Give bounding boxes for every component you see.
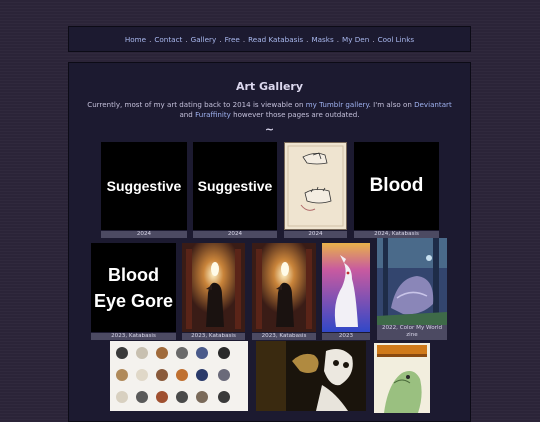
- item-caption: 2024: [101, 231, 187, 238]
- nav-link-gallery[interactable]: Gallery: [191, 35, 217, 44]
- nav-separator: .: [219, 34, 222, 44]
- skull-creature-artwork: [256, 341, 366, 411]
- item-caption-text: 2022, Color My World zine: [381, 325, 443, 338]
- intro-text: Currently, most of my art dating back to…: [83, 100, 456, 120]
- candlelit-raven-artwork: [252, 243, 316, 332]
- nav-link-read-katabasis[interactable]: Read Katabasis: [248, 35, 303, 44]
- deviantart-link[interactable]: Deviantart: [414, 100, 452, 109]
- warning-label: Blood: [369, 175, 424, 196]
- item-caption: 2023: [322, 333, 370, 340]
- gallery-item[interactable]: [110, 341, 248, 411]
- item-caption: 2024, Katabasis: [354, 231, 439, 238]
- item-caption: 2023, Katabasis: [91, 333, 176, 340]
- artwork-thumbnail: [252, 243, 316, 332]
- gallery-item[interactable]: Blood Eye Gore 2023, Katabasis: [91, 243, 176, 340]
- furaffinity-link[interactable]: Furaffinity: [195, 110, 231, 119]
- content-warning-thumbnail: Blood: [354, 142, 439, 230]
- content-warning-thumbnail: Blood Eye Gore: [91, 243, 176, 332]
- artwork-thumbnail: [284, 142, 347, 230]
- gallery-panel: Art Gallery Currently, most of my art da…: [68, 62, 471, 422]
- intro-text-part: Currently, most of my art dating back to…: [87, 100, 306, 109]
- nav-link-contact[interactable]: Contact: [154, 35, 182, 44]
- nav-separator: .: [149, 34, 152, 44]
- item-caption: 2024: [193, 231, 277, 238]
- warning-label: Suggestive: [197, 178, 273, 194]
- nav-separator: .: [336, 34, 339, 44]
- gallery-item[interactable]: [256, 341, 366, 411]
- divider: ~: [264, 123, 275, 136]
- nav-separator: .: [372, 34, 375, 44]
- nav-separator: .: [306, 34, 309, 44]
- artwork-thumbnail: [374, 343, 430, 413]
- intro-text-part: . I'm also on: [368, 100, 415, 109]
- artwork-thumbnail: [322, 243, 370, 332]
- gallery-item[interactable]: 2022, Color My World zine: [377, 238, 447, 340]
- white-creature-artwork: [322, 243, 370, 332]
- gallery-item[interactable]: [374, 343, 430, 413]
- content-warning-thumbnail: Suggestive: [193, 142, 277, 230]
- artwork-thumbnail: [377, 238, 447, 325]
- artwork-thumbnail: [182, 243, 245, 332]
- item-caption: 2023, Katabasis: [252, 333, 316, 340]
- nav-link-free[interactable]: Free: [225, 35, 240, 44]
- nav-link-masks[interactable]: Masks: [311, 35, 333, 44]
- intro-text-part: however those pages are outdated.: [230, 110, 360, 119]
- character-reference-sheet: [116, 347, 230, 403]
- gallery-item[interactable]: Blood 2024, Katabasis: [354, 142, 439, 238]
- nav-link-my-den[interactable]: My Den: [342, 35, 369, 44]
- warning-label: Suggestive: [106, 178, 182, 194]
- nav-separator: .: [185, 34, 188, 44]
- gallery-item[interactable]: 2023: [322, 243, 370, 340]
- artwork-thumbnail: [110, 341, 248, 411]
- tumblr-gallery-link[interactable]: my Tumblr gallery: [306, 100, 369, 109]
- gallery-item[interactable]: Suggestive 2024: [193, 142, 277, 238]
- intro-text-part: and: [179, 110, 196, 119]
- content-warning-thumbnail: Suggestive: [101, 142, 187, 230]
- forest-creature-artwork: [377, 238, 447, 325]
- item-caption: 2022, Color My World zine: [377, 325, 447, 340]
- gallery-item[interactable]: 2024: [284, 142, 347, 238]
- gallery-item[interactable]: Suggestive 2024: [101, 142, 187, 238]
- nav-link-home[interactable]: Home: [125, 35, 146, 44]
- candlelit-raven-artwork: [182, 243, 245, 332]
- nav-link-cool-links[interactable]: Cool Links: [378, 35, 415, 44]
- zine-cover-artwork: [374, 343, 430, 413]
- artwork-thumbnail: [256, 341, 366, 411]
- warning-label: Blood: [108, 264, 159, 285]
- nav-separator: .: [242, 34, 246, 44]
- gallery-item[interactable]: 2023, Katabasis: [182, 243, 245, 340]
- gallery-item[interactable]: 2023, Katabasis: [252, 243, 316, 340]
- sketch-artwork: [287, 145, 344, 227]
- item-caption: 2023, Katabasis: [182, 333, 245, 340]
- top-navigation: Home . Contact . Gallery . Free . Read K…: [68, 26, 471, 52]
- item-caption: 2024: [284, 231, 347, 238]
- warning-label: Eye Gore: [93, 290, 174, 311]
- page-title: Art Gallery: [235, 80, 304, 93]
